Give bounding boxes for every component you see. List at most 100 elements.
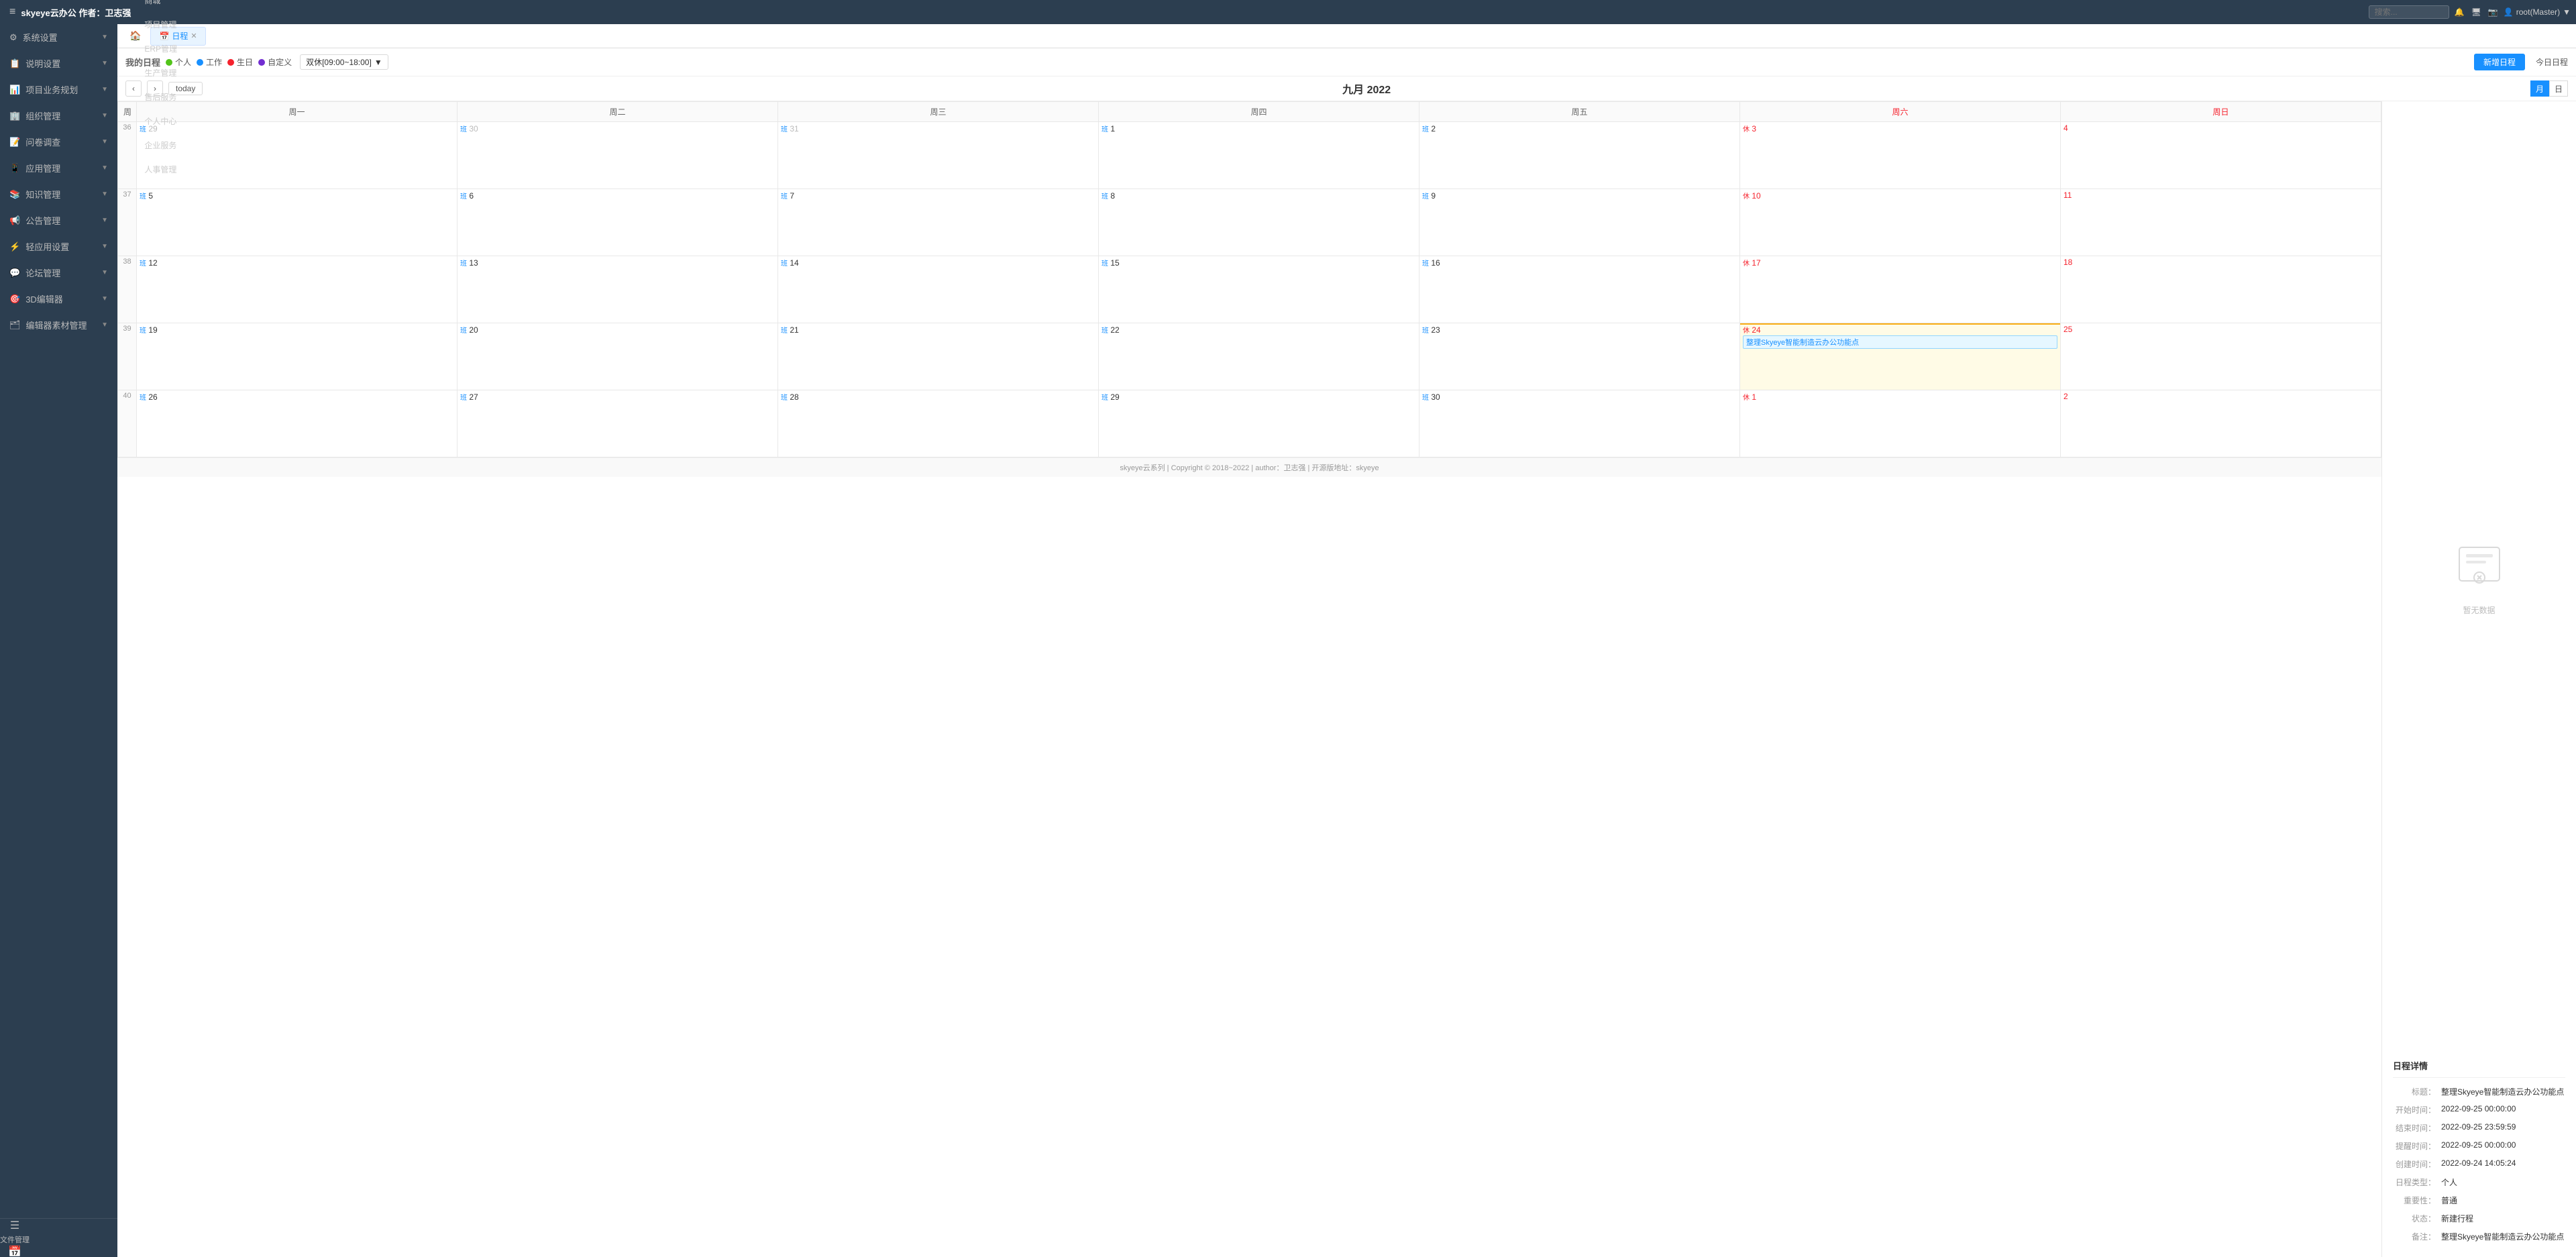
day-tag[interactable]: 班 <box>1102 126 1108 133</box>
calendar-day-cell[interactable]: 班 20 <box>458 323 778 390</box>
day-tag[interactable]: 班 <box>1422 327 1429 335</box>
day-tag[interactable]: 班 <box>460 260 467 268</box>
calendar-day-cell[interactable]: 班 1 <box>1099 122 1419 189</box>
calendar-day-cell[interactable]: 25 <box>2061 323 2381 390</box>
user-badge[interactable]: 👤 root(Master) ▼ <box>2504 7 2571 17</box>
calendar-day-cell[interactable]: 班 9 <box>1419 189 1740 256</box>
day-tag[interactable]: 休 <box>1743 193 1750 201</box>
calendar-day-cell[interactable]: 班 16 <box>1419 256 1740 323</box>
calendar-day-cell[interactable]: 班 27 <box>458 390 778 457</box>
calendar-day-cell[interactable]: 休 24整理Skyeye智能制造云办公功能点 <box>1740 323 2061 390</box>
day-tag[interactable]: 班 <box>1102 193 1108 201</box>
calendar-day-cell[interactable]: 班 28 <box>778 390 1099 457</box>
calendar-day-cell[interactable]: 班 30 <box>458 122 778 189</box>
month-view-button[interactable]: 月 <box>2530 80 2549 97</box>
calendar-day-cell[interactable]: 班 13 <box>458 256 778 323</box>
sidebar-item-公告管理[interactable]: 📢 公告管理 ▼ <box>0 207 117 233</box>
day-tag[interactable]: 班 <box>460 327 467 335</box>
calendar-day-cell[interactable]: 班 26 <box>137 390 458 457</box>
calendar-day-cell[interactable]: 班 8 <box>1099 189 1419 256</box>
sidebar-item-编辑器素材管理[interactable]: 🗂 编辑器素材管理 ▼ <box>0 312 117 338</box>
calendar-day-cell[interactable]: 11 <box>2061 189 2381 256</box>
top-nav-item-售后服务[interactable]: 售后服务 <box>138 85 185 109</box>
day-tag[interactable]: 班 <box>460 126 467 133</box>
filter-birthday[interactable]: 生日 <box>227 56 253 68</box>
day-view-button[interactable]: 日 <box>2549 80 2568 97</box>
sidebar-item-问卷调查[interactable]: 📝 问卷调查 ▼ <box>0 129 117 155</box>
day-tag[interactable]: 班 <box>781 126 788 133</box>
sidebar-item-3D编辑器[interactable]: 🎯 3D编辑器 ▼ <box>0 286 117 312</box>
day-tag[interactable]: 休 <box>1743 394 1750 402</box>
event-item[interactable]: 整理Skyeye智能制造云办公功能点 <box>1743 335 2057 349</box>
sidebar-item-项目业务规划[interactable]: 📊 项目业务规划 ▼ <box>0 76 117 103</box>
calendar-day-cell[interactable]: 班 15 <box>1099 256 1419 323</box>
top-nav-item-个人中心[interactable]: 个人中心 <box>138 109 185 133</box>
day-tag[interactable]: 班 <box>781 394 788 402</box>
day-tag[interactable]: 班 <box>1422 193 1429 201</box>
calendar-day-cell[interactable]: 班 22 <box>1099 323 1419 390</box>
search-input[interactable] <box>2369 5 2449 19</box>
day-tag[interactable]: 班 <box>140 260 146 268</box>
calendar-day-cell[interactable]: 休 3 <box>1740 122 2061 189</box>
filter-work[interactable]: 工作 <box>197 56 222 68</box>
day-tag[interactable]: 班 <box>140 394 146 402</box>
top-nav-item-商城[interactable]: 商城 <box>138 0 185 12</box>
top-nav-item-企业服务[interactable]: 企业服务 <box>138 133 185 157</box>
top-nav-item-ERP管理[interactable]: ERP管理 <box>138 36 185 60</box>
calendar-day-cell[interactable]: 班 21 <box>778 323 1099 390</box>
calendar-day-cell[interactable]: 班 14 <box>778 256 1099 323</box>
calendar-day-cell[interactable]: 班 12 <box>137 256 458 323</box>
day-tag[interactable]: 班 <box>781 260 788 268</box>
calendar-day-cell[interactable]: 休 10 <box>1740 189 2061 256</box>
calendar-day-cell[interactable]: 班 19 <box>137 323 458 390</box>
top-nav-item-生产管理[interactable]: 生产管理 <box>138 60 185 85</box>
calendar-day-cell[interactable]: 班 23 <box>1419 323 1740 390</box>
today-schedule-label[interactable]: 今日日程 <box>2536 56 2568 68</box>
calendar-day-cell[interactable]: 班 29 <box>1099 390 1419 457</box>
schedule-type-dropdown[interactable]: 双休[09:00~18:00] ▼ <box>300 54 388 70</box>
calendar-day-cell[interactable]: 休 17 <box>1740 256 2061 323</box>
calendar-day-cell[interactable]: 休 1 <box>1740 390 2061 457</box>
calendar-day-cell[interactable]: 班 6 <box>458 189 778 256</box>
monitor-icon[interactable]: 🖥 <box>2471 7 2481 17</box>
day-tag[interactable]: 班 <box>1422 394 1429 402</box>
camera-icon[interactable]: 📷 <box>2488 7 2498 17</box>
day-tag[interactable]: 班 <box>460 193 467 201</box>
day-tag[interactable]: 班 <box>140 193 146 201</box>
calendar-day-cell[interactable]: 班 5 <box>137 189 458 256</box>
day-tag[interactable]: 班 <box>1102 327 1108 335</box>
calendar-day-cell[interactable]: 班 31 <box>778 122 1099 189</box>
top-nav-item-人事管理[interactable]: 人事管理 <box>138 157 185 181</box>
sidebar-item-系统设置[interactable]: ⚙ 系统设置 ▼ <box>0 24 117 50</box>
hamburger-icon[interactable]: ≡ <box>5 3 19 21</box>
day-tag[interactable]: 班 <box>1102 260 1108 268</box>
day-tag[interactable]: 班 <box>1422 260 1429 268</box>
calendar-day-cell[interactable]: 班 2 <box>1419 122 1740 189</box>
sidebar-bottom-日程[interactable]: 📅 日程 <box>0 1245 30 1257</box>
sidebar-item-知识管理[interactable]: 📚 知识管理 ▼ <box>0 181 117 207</box>
day-tag[interactable]: 休 <box>1743 327 1750 335</box>
tab-close-icon[interactable]: ✕ <box>191 32 197 40</box>
new-schedule-button[interactable]: 新增日程 <box>2474 54 2525 70</box>
calendar-day-cell[interactable]: 18 <box>2061 256 2381 323</box>
sidebar-item-组织管理[interactable]: 🏢 组织管理 ▼ <box>0 103 117 129</box>
sidebar-item-说明设置[interactable]: 📋 说明设置 ▼ <box>0 50 117 76</box>
sidebar-item-轻应用设置[interactable]: ⚡ 轻应用设置 ▼ <box>0 233 117 260</box>
calendar-day-cell[interactable]: 班 7 <box>778 189 1099 256</box>
calendar-day-cell[interactable]: 班 30 <box>1419 390 1740 457</box>
bell-icon[interactable]: 🔔 <box>2455 7 2465 17</box>
day-tag[interactable]: 班 <box>140 327 146 335</box>
calendar-day-cell[interactable]: 2 <box>2061 390 2381 457</box>
day-tag[interactable]: 班 <box>781 327 788 335</box>
day-tag[interactable]: 休 <box>1743 126 1750 133</box>
top-nav-item-项目管理[interactable]: 项目管理 <box>138 12 185 36</box>
day-tag[interactable]: 班 <box>460 394 467 402</box>
filter-custom[interactable]: 自定义 <box>258 56 292 68</box>
day-tag[interactable]: 班 <box>1102 394 1108 402</box>
day-tag[interactable]: 班 <box>781 193 788 201</box>
day-tag[interactable]: 休 <box>1743 260 1750 268</box>
sidebar-item-论坛管理[interactable]: 💬 论坛管理 ▼ <box>0 260 117 286</box>
sidebar-item-应用管理[interactable]: 📱 应用管理 ▼ <box>0 155 117 181</box>
calendar-day-cell[interactable]: 4 <box>2061 122 2381 189</box>
day-tag[interactable]: 班 <box>1422 126 1429 133</box>
